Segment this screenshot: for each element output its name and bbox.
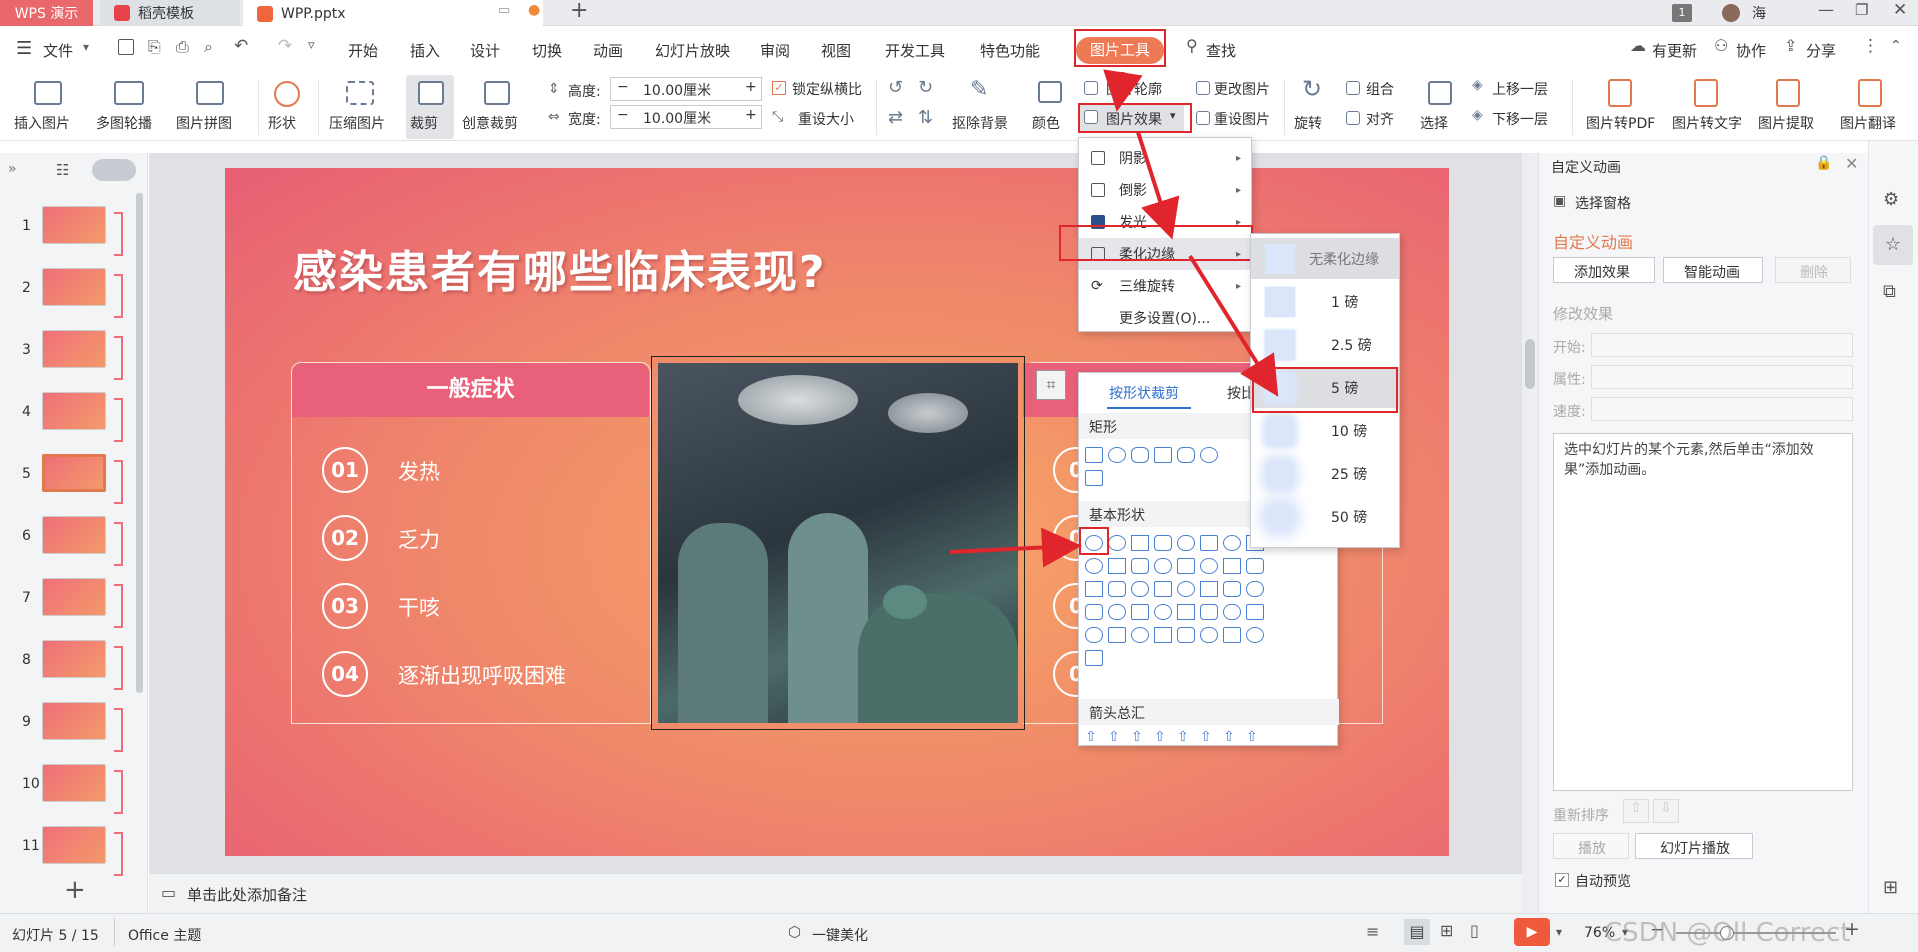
side-tool-strip: ⚙ ☆ ⧉ ⊞ [1868,141,1918,913]
slideshow-label: 幻灯片播放 [1660,841,1730,857]
canvas-scrollbar[interactable] [1522,153,1538,913]
reading-view-icon[interactable]: ▯ [1470,921,1479,940]
animation-list[interactable]: 选中幻灯片的某个元素,然后单击“添加效果”添加动画。 [1553,433,1853,791]
slideshow-button[interactable]: 幻灯片播放 [1635,833,1753,859]
arrow-4 [949,527,1082,568]
smart-animation-button[interactable]: 智能动画 [1663,257,1763,283]
auto-preview-label: 自动预览 [1575,874,1631,890]
delete-button[interactable]: 删除 [1775,257,1851,283]
theme-name[interactable]: Office 主题 [128,925,201,945]
panel-title[interactable]: 自定义动画 [1551,157,1621,177]
section-title: 自定义动画 [1553,233,1634,252]
speed-label: 速度: [1553,404,1586,420]
arrow-1 [1103,69,1143,112]
lock-icon[interactable]: 🔒 [1815,155,1832,171]
add-effect-button[interactable]: 添加效果 [1553,257,1655,283]
smart-animation-label: 智能动画 [1684,265,1740,281]
selection-pane-button[interactable]: 选择窗格 [1575,193,1631,213]
delete-label: 删除 [1800,265,1828,281]
transition-icon[interactable]: ⧉ [1883,281,1896,302]
reorder-label: 重新排序 [1553,808,1609,824]
modify-effect-heading: 修改效果 [1553,305,1614,323]
notes-bar[interactable]: ▭ 单击此处添加备注 [149,873,1522,913]
custom-animation-panel: 自定义动画 🔒 ✕ ▣ 选择窗格 自定义动画 添加效果 智能动画 删除 修改效果… [1538,153,1868,913]
normal-view-icon[interactable]: ▤ [1404,919,1430,945]
property-label: 属性: [1553,372,1586,388]
arrow-3 [1188,254,1279,397]
start-select[interactable] [1591,333,1853,357]
csdn-watermark: CSDN @Oll Correct [1604,918,1851,948]
move-up-button[interactable]: ⇧ [1623,799,1649,823]
beautify-icon: ⬡ [788,923,802,941]
notes-icon: ▭ [161,883,177,902]
sorter-view-icon[interactable]: ⊞ [1440,921,1453,940]
close-panel-icon[interactable]: ✕ [1845,154,1858,173]
slide-counter: 幻灯片 5 / 15 [12,928,99,944]
move-down-button[interactable]: ⇩ [1653,799,1679,823]
notes-toggle-icon[interactable]: ≡ [1366,922,1379,941]
animation-star-icon[interactable]: ☆ [1873,225,1913,265]
add-effect-label: 添加效果 [1574,265,1630,281]
play-button[interactable]: 播放 [1553,833,1629,859]
status-separator [114,918,115,946]
chevron-down-icon[interactable]: ▾ [1556,925,1562,939]
animation-hint: 选中幻灯片的某个元素,然后单击“添加效果”添加动画。 [1564,442,1814,478]
selection-pane-icon: ▣ [1553,193,1567,209]
beautify-button[interactable]: 一键美化 [812,925,868,945]
scrollbar-thumb[interactable] [1525,339,1535,389]
notes-placeholder[interactable]: 单击此处添加备注 [187,884,307,905]
play-label: 播放 [1578,841,1606,857]
property-select[interactable] [1591,365,1853,389]
arrow-2 [1136,131,1180,240]
play-slideshow-icon[interactable]: ▶ [1514,918,1550,946]
auto-preview-checkbox[interactable]: ✓ [1555,873,1569,887]
status-bar: 幻灯片 5 / 15 Office 主题 ⬡ 一键美化 ≡ ▤ ⊞ ▯ ▶ ▾ … [0,913,1918,952]
speed-select[interactable] [1591,397,1853,421]
grid-icon[interactable]: ⊞ [1883,877,1898,898]
start-label: 开始: [1553,340,1586,356]
settings-sliders-icon[interactable]: ⚙ [1883,189,1899,210]
